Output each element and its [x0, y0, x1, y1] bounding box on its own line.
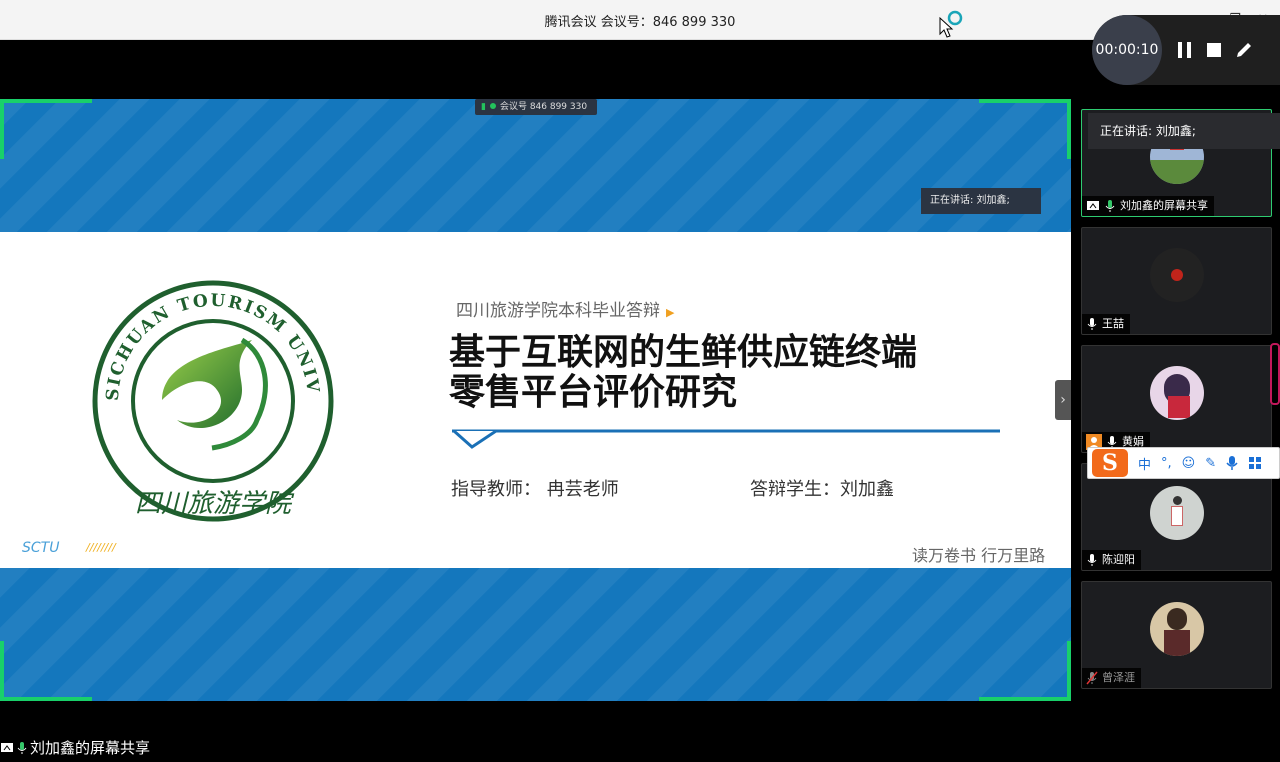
speaking-chip: 正在讲话: 刘加鑫; [921, 188, 1041, 214]
slide-motto: 读万卷书 行万里路 [912, 546, 1046, 565]
participant-tile[interactable]: 黄娟 [1081, 345, 1272, 453]
volume-indicator [1270, 343, 1280, 405]
voice-icon[interactable] [1226, 455, 1238, 471]
avatar [1150, 602, 1204, 656]
mic-muted-icon [1086, 671, 1098, 685]
busy-cursor-icon [939, 10, 963, 38]
frame-corner-top-left [0, 99, 92, 159]
participant-tile[interactable]: 陈迎阳 [1081, 463, 1272, 571]
mic-icon [1087, 318, 1097, 330]
mic-icon [1087, 554, 1097, 566]
svg-text:SICHUAN TOURISM UNIVERSITY: SICHUAN TOURISM UNIVERSITY [92, 280, 323, 401]
ime-punct-toggle[interactable]: °, [1161, 456, 1172, 471]
emoji-icon[interactable]: ☺ [1182, 456, 1196, 471]
speaking-indicator: 正在讲话: 刘加鑫; [1088, 113, 1280, 149]
meeting-id-chip: ▮ 会议号 846 899 330 [475, 99, 597, 115]
avatar [1150, 366, 1204, 420]
logo-cn-text: 四川旅游学院 [135, 489, 295, 519]
participant-name: 刘加鑫的屏幕共享 [1120, 199, 1208, 212]
participant-name: 陈迎阳 [1102, 553, 1135, 566]
advisor-text: 指导教师： 冉芸老师 [451, 479, 619, 500]
screen-share-label-text: 刘加鑫的屏幕共享 [30, 739, 151, 757]
frame-corner-bottom-left [0, 641, 92, 701]
screen-share-icon [1087, 201, 1099, 210]
window-title: 腾讯会议 会议号：846 899 330 [544, 15, 736, 30]
eraser-icon[interactable]: ✎ [1205, 456, 1216, 471]
recording-controls: 00:00:10 [1092, 15, 1280, 85]
participant-tile[interactable]: 王喆 [1081, 227, 1272, 335]
stop-icon[interactable] [1203, 39, 1225, 61]
pencil-icon[interactable] [1233, 39, 1255, 61]
title-underline-decoration [452, 429, 1000, 449]
student-text: 答辩学生：刘加鑫 [750, 479, 894, 500]
frame-corner-bottom-right [979, 641, 1071, 701]
ime-mode-toggle[interactable]: 中 [1138, 454, 1151, 473]
participant-namebar: 陈迎阳 [1082, 550, 1141, 570]
frame-corner-top-right [979, 99, 1071, 159]
slide-subtitle: 四川旅游学院本科毕业答辩 ▶ [456, 301, 675, 321]
participant-name: 王喆 [1102, 317, 1124, 330]
slide-title-line1: 基于互联网的生鲜供应链终端 [449, 332, 918, 373]
participant-namebar: 曾泽涯 [1082, 668, 1141, 688]
ime-logo[interactable]: S [1092, 449, 1128, 477]
chevron-right-icon[interactable]: › [1055, 380, 1071, 420]
participant-namebar: 王喆 [1082, 314, 1130, 334]
participant-name: 曾泽涯 [1102, 671, 1135, 684]
avatar [1150, 486, 1204, 540]
slide-bottom-band [0, 568, 1071, 701]
avatar [1150, 248, 1204, 302]
mic-icon [1105, 200, 1115, 212]
pause-icon[interactable] [1174, 39, 1196, 61]
slide-title: 基于互联网的生鲜供应链终端 零售平台评价研究 [449, 333, 1009, 413]
participant-panel: 刘加鑫的屏幕共享 王喆 黄娟 陈迎阳 曾泽涯 [1073, 85, 1280, 762]
grid-menu-icon[interactable] [1248, 456, 1262, 470]
participant-tile[interactable]: 曾泽涯 [1081, 581, 1272, 689]
meeting-window: 腾讯会议 会议号：846 899 330 — ❐ ✕ 00:00:10 ▮会议号… [0, 0, 1280, 762]
title-bar: 腾讯会议 会议号：846 899 330 — ❐ ✕ [0, 0, 1280, 40]
university-logo: SICHUAN TOURISM UNIVERSITY 四川旅游学院 [92, 280, 334, 522]
recording-timer: 00:00:10 [1092, 15, 1162, 85]
sctu-mark: SCTU [22, 540, 60, 556]
participant-namebar: 刘加鑫的屏幕共享 [1082, 196, 1214, 216]
ime-toolbar: S 中 °, ☺ ✎ [1087, 447, 1280, 479]
screen-share-icon [1, 743, 13, 752]
logo-ring-text: SICHUAN TOURISM UNIVERSITY [92, 280, 321, 401]
mic-icon [17, 742, 27, 754]
slashes-decoration: //////// [86, 541, 116, 554]
shared-screen: ▮ 会议号 846 899 330 正在讲话: 刘加鑫; SICHUAN TOUR… [0, 99, 1071, 701]
screen-share-label: 刘加鑫的屏幕共享 [0, 737, 150, 759]
slide-title-line2: 零售平台评价研究 [449, 372, 738, 413]
slide-top-band [0, 99, 1071, 232]
